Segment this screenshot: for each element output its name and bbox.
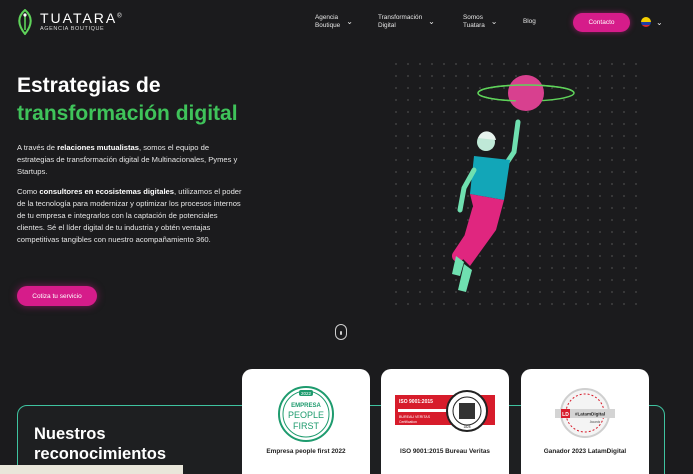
nav-transformacion-digital[interactable]: Transformación Digital ⌄ bbox=[378, 14, 435, 30]
badge-text: #LatamDigital bbox=[575, 412, 605, 417]
hero-p1-text: A través de bbox=[17, 143, 58, 152]
badge-text: FIRST bbox=[293, 421, 320, 431]
hero-p2-bold: consultores en ecosistemas digitales bbox=[39, 187, 175, 196]
nav-label-line1: Blog bbox=[523, 18, 536, 25]
nav-label-line2: Digital bbox=[378, 22, 396, 29]
nav-label-line1: Agencia bbox=[315, 14, 339, 21]
brand-name: TUATARA bbox=[40, 10, 118, 27]
registered-mark: ® bbox=[117, 13, 124, 20]
latam-digital-badge-icon: LD #LatamDigital Awards bbox=[555, 388, 615, 438]
pink-ball bbox=[508, 75, 544, 111]
badge-text: EMPRESA bbox=[291, 403, 321, 409]
quote-service-button[interactable]: Cotiza tu servicio bbox=[17, 286, 97, 306]
nav-somos-tuatara[interactable]: Somos Tuatara ⌄ bbox=[463, 14, 498, 30]
site-header: TUATARA® AGENCIA BOUTIQUE Agencia Boutiqu… bbox=[0, 0, 693, 44]
nav-label-line2: Boutique bbox=[315, 22, 341, 29]
people-first-badge-icon: 2022 EMPRESA PEOPLE FIRST bbox=[278, 386, 334, 442]
nav-label-line1: Transformación bbox=[378, 14, 423, 21]
raised-arm bbox=[503, 119, 521, 167]
award-card-iso: ISO 9001:2015 BUREAU VERITAS Certificati… bbox=[381, 369, 509, 474]
hero-p2-text: Como bbox=[17, 187, 40, 196]
badge-text: PEOPLE bbox=[288, 410, 324, 420]
award-label: Ganador 2023 LatamDigital bbox=[543, 448, 627, 455]
badge-text: 2022 bbox=[301, 391, 312, 396]
brand-logo[interactable]: TUATARA® AGENCIA BOUTIQUE bbox=[16, 9, 124, 35]
badge-text: Awards bbox=[590, 420, 601, 424]
recognitions-title: Nuestros reconocimientos bbox=[34, 424, 166, 464]
scroll-down-indicator[interactable] bbox=[335, 324, 347, 340]
badge-text: LD bbox=[562, 412, 569, 418]
language-selector[interactable]: ⌄ bbox=[641, 17, 663, 27]
award-card-latam-digital: LD #LatamDigital Awards Ganador 2023 Lat… bbox=[521, 369, 649, 474]
award-label: Empresa people first 2022 bbox=[266, 448, 346, 455]
recognitions-title-line2: reconocimientos bbox=[34, 445, 167, 463]
shirt bbox=[470, 156, 510, 200]
hero-title: Estrategias de transformación digital bbox=[17, 72, 238, 128]
nav-agencia-boutique[interactable]: Agencia Boutique ⌄ bbox=[315, 14, 353, 30]
chevron-down-icon: ⌄ bbox=[656, 17, 663, 27]
hero-paragraph-2: Como consultores en ecosistemas digitale… bbox=[17, 186, 245, 246]
badge-text: 1828 bbox=[463, 425, 470, 429]
nav-label-line2: Tuatara bbox=[463, 22, 485, 29]
iso-bureau-veritas-badge-icon: ISO 9001:2015 BUREAU VERITAS Certificati… bbox=[395, 390, 495, 432]
hero-p1-bold: relaciones mutualistas bbox=[57, 143, 139, 152]
nav-label-line1: Somos bbox=[463, 14, 483, 21]
hero-title-line2: transformación digital bbox=[17, 102, 238, 125]
contact-button[interactable]: Contacto bbox=[573, 13, 630, 32]
hero-paragraph-1: A través de relaciones mutualistas, somo… bbox=[17, 142, 245, 178]
brand-subtitle: AGENCIA BOUTIQUE bbox=[40, 26, 105, 33]
award-card-people-first: 2022 EMPRESA PEOPLE FIRST Empresa people… bbox=[242, 369, 370, 474]
chevron-down-icon: ⌄ bbox=[346, 17, 353, 26]
badge-text: BUREAU VERITAS bbox=[399, 415, 431, 419]
nav-blog[interactable]: Blog bbox=[523, 18, 536, 26]
colombia-flag-icon bbox=[641, 17, 651, 27]
award-label: ISO 9001:2015 Bureau Veritas bbox=[400, 448, 490, 455]
chevron-down-icon: ⌄ bbox=[428, 17, 435, 26]
badge-text: Certification bbox=[399, 420, 417, 424]
hero-title-line1: Estrategias de bbox=[17, 74, 161, 97]
bottom-banner-strip bbox=[0, 465, 183, 474]
recognitions-title-line1: Nuestros bbox=[34, 425, 106, 443]
badge-text: ISO 9001:2015 bbox=[399, 399, 433, 405]
chevron-down-icon: ⌄ bbox=[490, 17, 498, 26]
tuatara-leaf-icon bbox=[18, 9, 32, 35]
hero-illustration bbox=[452, 75, 575, 292]
